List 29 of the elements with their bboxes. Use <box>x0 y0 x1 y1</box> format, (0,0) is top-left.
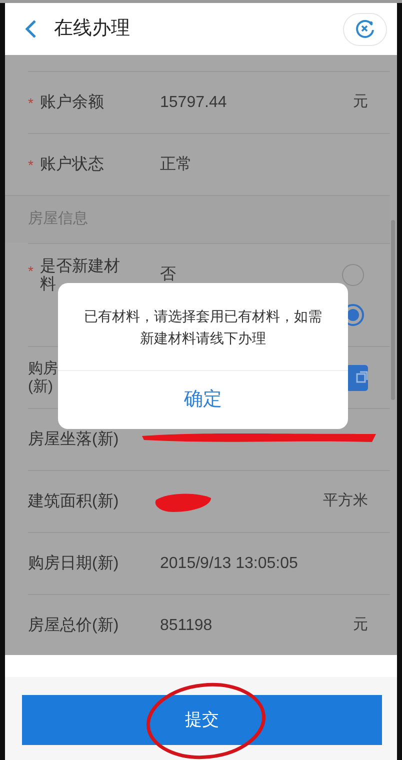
submit-button[interactable]: 提交 <box>22 695 382 745</box>
option-label: 否 <box>160 265 177 285</box>
required-mark: * <box>28 96 34 110</box>
copy-icon <box>356 370 368 384</box>
back-icon[interactable] <box>25 19 37 39</box>
field-label: 房屋坐落(新) <box>28 430 119 450</box>
required-mark: * <box>28 264 34 278</box>
field-value: 2015/9/13 13:05:05 <box>160 554 298 574</box>
field-value: 851198 <box>160 616 212 636</box>
field-label: 是否新建材料 <box>40 258 121 294</box>
unit-label: 元 <box>353 615 368 636</box>
field-value: 15797.44 <box>160 92 227 112</box>
unit-label: 元 <box>353 92 368 112</box>
field-label: 账户余额 <box>40 92 104 112</box>
close-button[interactable] <box>343 12 387 46</box>
field-label: 建筑面积(新) <box>28 492 119 512</box>
page-title: 在线办理 <box>54 16 130 41</box>
field-label: 账户状态 <box>40 154 104 174</box>
required-mark: * <box>28 158 34 172</box>
field-label: 购房日期(新) <box>28 554 119 574</box>
redaction-scribble <box>153 492 213 514</box>
dialog-message: 已有材料，请选择套用已有材料，如需新建材料请线下办理 <box>83 306 323 348</box>
field-label: 房屋总价(新) <box>28 616 119 636</box>
unit-label: 平方米 <box>323 491 368 512</box>
close-icon <box>355 19 375 39</box>
confirm-button[interactable]: 确定 <box>58 371 348 429</box>
field-label: 购房 (新) <box>28 360 58 396</box>
picker-button[interactable] <box>346 364 368 390</box>
field-value: 正常 <box>160 154 192 174</box>
